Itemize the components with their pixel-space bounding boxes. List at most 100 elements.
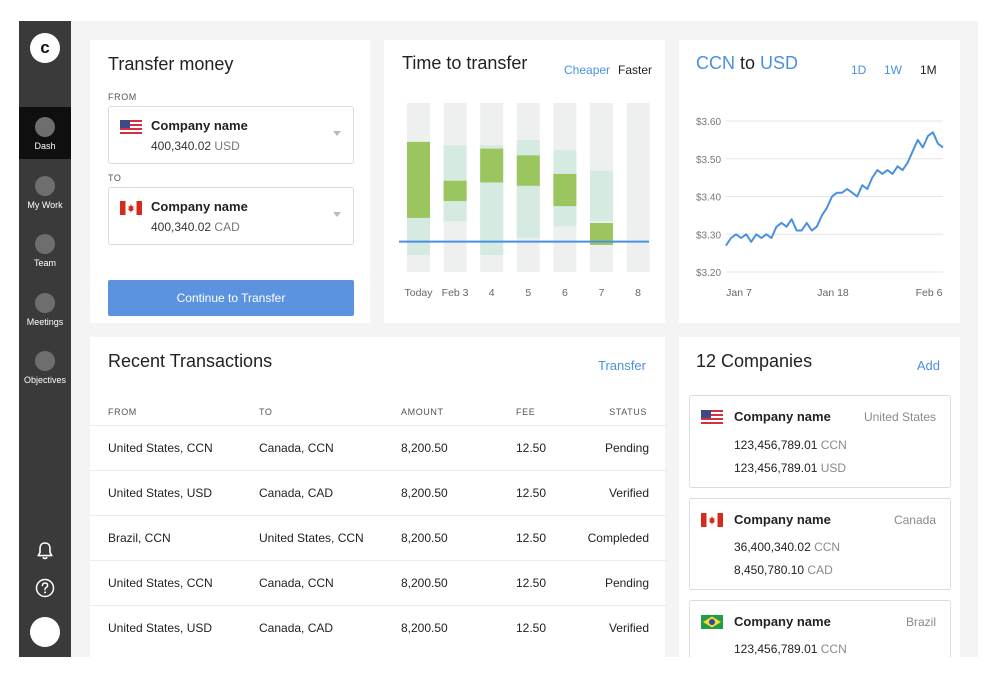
sidebar-item-my-work[interactable]: My Work xyxy=(19,166,71,218)
brazil-flag-icon xyxy=(701,615,723,629)
y-tick-label: $3.30 xyxy=(696,230,721,241)
rate-series-line xyxy=(725,131,944,247)
tick-label: 5 xyxy=(525,287,531,299)
app-frame: c Dash My Work Team Meetings Objectives xyxy=(19,21,978,657)
balance-amount: 8,450,780.10 xyxy=(734,563,805,577)
sidebar: c Dash My Work Team Meetings Objectives xyxy=(19,21,71,657)
company-card-brazil[interactable]: Company name Brazil 123,456,789.01 CCN xyxy=(689,600,951,657)
avatar[interactable] xyxy=(30,617,60,647)
y-tick-label: $3.50 xyxy=(696,155,721,166)
help-icon[interactable] xyxy=(34,577,56,599)
team-icon xyxy=(35,234,55,254)
company-country: Canada xyxy=(893,513,936,527)
app-logo[interactable]: c xyxy=(30,33,60,63)
cell-to: Canada, CAD xyxy=(259,621,334,635)
us-flag-icon xyxy=(701,410,723,424)
balance-currency: CCN xyxy=(814,540,841,554)
table-row[interactable]: United States, USD Canada, CAD 8,200.50 … xyxy=(90,605,667,650)
balance-amount: 123,456,789.01 xyxy=(734,461,818,475)
y-tick-label: $3.20 xyxy=(696,268,721,279)
to-amount-value: 400,340.02 xyxy=(151,220,212,234)
table-row[interactable]: United States, USD Canada, CAD 8,200.50 … xyxy=(90,470,667,515)
cell-status: Pending xyxy=(604,441,649,455)
cell-amount: 8,200.50 xyxy=(401,531,448,545)
sidebar-item-label: Team xyxy=(33,258,56,268)
balance-currency: CCN xyxy=(820,642,847,656)
bar-track xyxy=(626,103,650,272)
chevron-down-icon xyxy=(333,212,341,217)
company-country: United States xyxy=(863,410,936,424)
cell-to: United States, CCN xyxy=(259,531,364,545)
company-balance: 123,456,789.01 USD xyxy=(734,461,846,475)
cell-fee: 12.50 xyxy=(516,576,547,590)
cell-amount: 8,200.50 xyxy=(401,486,448,500)
cell-status: Verified xyxy=(608,621,649,635)
cell-from: Brazil, CCN xyxy=(108,531,171,545)
company-balance: 8,450,780.10 CAD xyxy=(734,563,833,577)
companies-card: 12 Companies Add Company name United Sta… xyxy=(679,337,960,657)
sidebar-item-team[interactable]: Team xyxy=(19,224,71,276)
company-balance: 123,456,789.01 CCN xyxy=(734,642,847,656)
transfer-money-card: Transfer money FROM Company name 400,340… xyxy=(90,40,370,323)
sidebar-item-dash[interactable]: Dash xyxy=(19,107,71,159)
card-title: Recent Transactions xyxy=(108,351,273,371)
balance-amount: 123,456,789.01 xyxy=(734,438,818,452)
table-row[interactable]: United States, CCN Canada, CCN 8,200.50 … xyxy=(90,560,667,605)
sidebar-item-objectives[interactable]: Objectives xyxy=(19,341,71,393)
cell-to: Canada, CAD xyxy=(259,486,334,500)
cell-from: United States, USD xyxy=(108,621,213,635)
sidebar-item-meetings[interactable]: Meetings xyxy=(19,283,71,335)
table-row[interactable]: Brazil, CCN United States, CCN 8,200.50 … xyxy=(90,515,667,560)
bar-range-dark xyxy=(443,180,467,202)
bar-range-light xyxy=(590,170,613,222)
cell-fee: 12.50 xyxy=(516,531,547,545)
recent-transactions-card: Recent Transactions Transfer FROM TO AMO… xyxy=(90,337,667,657)
cell-fee: 12.50 xyxy=(516,441,547,455)
sidebar-item-label: My Work xyxy=(27,200,63,210)
sidebar-item-label: Objectives xyxy=(23,375,67,385)
cell-fee: 12.50 xyxy=(516,621,547,635)
cell-from: United States, USD xyxy=(108,486,213,500)
cell-from: United States, CCN xyxy=(108,576,213,590)
from-label: FROM xyxy=(108,92,137,102)
cell-status: Verified xyxy=(608,486,649,500)
company-balance: 36,400,340.02 CCN xyxy=(734,540,840,554)
table-row[interactable]: United States, CCN Canada, CCN 8,200.50 … xyxy=(90,425,667,470)
company-card-us[interactable]: Company name United States 123,456,789.0… xyxy=(689,395,951,488)
sidebar-item-label: Dash xyxy=(34,141,56,151)
balance-amount: 123,456,789.01 xyxy=(734,642,818,656)
company-country: Brazil xyxy=(905,615,936,629)
tick-label: 8 xyxy=(635,287,641,299)
balance-amount: 36,400,340.02 xyxy=(734,540,811,554)
transfer-link[interactable]: Transfer xyxy=(598,358,646,373)
objectives-icon xyxy=(35,351,55,371)
column-header-amount: AMOUNT xyxy=(401,407,444,417)
card-title: Transfer money xyxy=(108,54,234,74)
x-tick-label: Jan 7 xyxy=(726,287,752,299)
tick-label: 6 xyxy=(562,287,568,299)
column-header-from: FROM xyxy=(108,407,137,417)
exchange-rate-chart: $3.60 $3.50 $3.40 $3.30 $3.20 Jan 7 Jan 18 Feb … xyxy=(696,117,944,299)
bar-range-dark xyxy=(553,173,577,207)
to-company-select[interactable]: Company name 400,340.02 CAD xyxy=(108,187,354,245)
column-header-fee: FEE xyxy=(516,407,536,417)
bell-icon[interactable] xyxy=(34,540,56,562)
meetings-icon xyxy=(35,293,55,313)
column-header-to: TO xyxy=(259,407,273,417)
company-name: Company name xyxy=(734,512,831,527)
to-company-name: Company name xyxy=(151,199,248,214)
from-company-name: Company name xyxy=(151,118,248,133)
y-tick-label: $3.60 xyxy=(696,117,721,128)
add-company-link[interactable]: Add xyxy=(917,358,940,373)
tick-label: 4 xyxy=(489,287,495,299)
from-company-select[interactable]: Company name 400,340.02 USD xyxy=(108,106,354,164)
cell-from: United States, CCN xyxy=(108,441,213,455)
bar-range-dark xyxy=(480,148,504,183)
to-currency: CAD xyxy=(214,220,240,234)
company-card-canada[interactable]: Company name Canada 36,400,340.02 CCN 8,… xyxy=(689,498,951,590)
company-balance: 123,456,789.01 CCN xyxy=(734,438,847,452)
x-tick-label: Feb 6 xyxy=(916,287,943,299)
tick-label: Feb 3 xyxy=(442,287,469,299)
continue-to-transfer-button[interactable]: Continue to Transfer xyxy=(108,280,354,316)
card-title: 12 Companies xyxy=(696,351,813,371)
